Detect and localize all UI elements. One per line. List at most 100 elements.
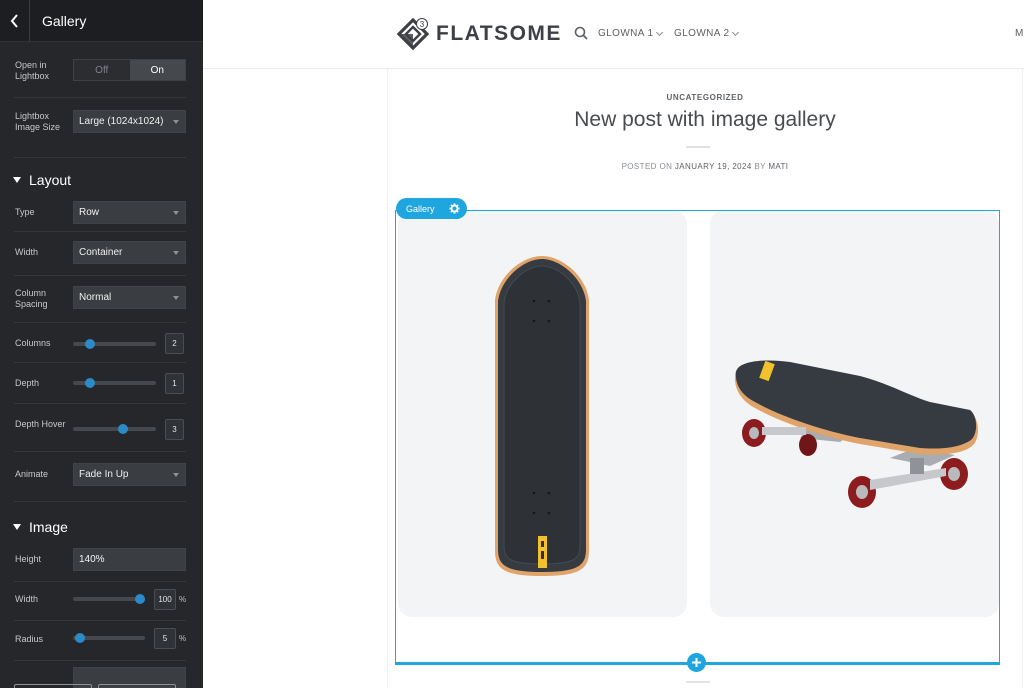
image-width-slider[interactable] [73,594,145,604]
depth-slider[interactable] [73,378,156,388]
post-author[interactable]: MATI [768,162,788,171]
column-spacing-select[interactable]: Normal [73,286,186,309]
nav-item-glowna-2[interactable]: GLOWNA 2 [674,28,740,39]
add-element-button[interactable] [687,653,706,672]
columns-value[interactable]: 2 [165,333,184,354]
search-button[interactable] [574,26,588,45]
radius-slider[interactable] [73,633,145,643]
slider-handle[interactable] [84,339,95,349]
divider [14,620,186,621]
chevron-left-icon [10,14,18,28]
column-spacing-value: Normal [79,292,112,303]
site-header: 3 FLATSOME GLOWNA 1 GLOWNA 2 M [203,0,1024,69]
image-width-unit: % [179,595,187,604]
animate-label: Animate [15,469,49,479]
open-in-lightbox-toggle[interactable]: Off On [73,59,186,81]
divider [14,451,186,452]
radius-unit: % [179,634,187,643]
divider [14,231,186,232]
lightbox-image-size-value: Large (1024x1024) [79,116,164,127]
chevron-down-icon [732,28,740,36]
animate-select[interactable]: Fade In Up [73,463,186,486]
divider [14,157,186,158]
gallery-element-badge[interactable]: Gallery [396,198,467,219]
columns-slider[interactable] [73,339,156,349]
footer-button[interactable] [98,684,176,688]
back-button[interactable] [0,0,30,42]
gallery-selection-outline [395,210,1000,665]
post-title: New post with image gallery [574,108,836,131]
image-section-heading: Image [29,519,68,535]
divider [14,97,186,98]
depth-label: Depth [15,378,40,388]
sidebar-title: Gallery [42,13,87,29]
title-divider [686,146,710,148]
flatsome-logo-icon: 3 [396,17,430,51]
nav-item-cut[interactable]: M [1015,28,1023,39]
slider-handle[interactable] [84,378,95,388]
depth-hover-slider[interactable] [73,424,156,434]
type-value: Row [79,207,100,218]
open-in-lightbox-label: Open in Lightbox [15,60,50,81]
divider [14,581,186,582]
animate-value: Fade In Up [79,469,129,480]
divider [14,660,186,661]
radius-value[interactable]: 5 [154,628,176,649]
divider [14,403,186,404]
depth-value[interactable]: 1 [165,373,184,394]
options-sidebar: Gallery Open in Lightbox Off On Lightbox… [0,0,203,688]
slider-handle[interactable] [117,424,128,434]
sidebar-header: Gallery [0,0,203,42]
depth-hover-value[interactable]: 3 [165,419,184,440]
type-select[interactable]: Row [73,201,186,224]
columns-label: Columns [15,338,51,348]
column-spacing-label: Column Spacing [15,288,48,309]
image-section-toggle[interactable]: Image [13,519,68,535]
divider [14,501,186,502]
gear-icon[interactable] [449,203,460,214]
width-label: Width [15,247,39,257]
meta-prefix: POSTED ON [621,162,673,171]
height-input[interactable]: 140% [73,548,186,571]
page-builder: Gallery Open in Lightbox Off On Lightbox… [0,0,1024,688]
chevron-down-icon [656,28,664,36]
plus-icon [692,658,701,667]
depth-hover-label: Depth Hover [15,419,66,429]
bottom-divider [686,681,710,683]
logo-text: FLATSOME [436,22,562,45]
caret-down-icon [173,211,179,215]
gallery-badge-label: Gallery [406,203,435,214]
slider-handle[interactable] [75,633,86,643]
divider [14,275,186,276]
post-date[interactable]: JANUARY 19, 2024 [675,162,752,171]
divider [14,322,186,323]
nav-item-glowna-1[interactable]: GLOWNA 1 [598,28,664,39]
width-select[interactable]: Container [73,241,186,264]
height-label: Height [15,554,42,564]
post-category[interactable]: UNCATEGORIZED [388,93,1022,102]
radius-label: Radius [15,634,44,644]
nav-item-label: GLOWNA 2 [674,28,730,39]
nav-item-label: GLOWNA 1 [598,28,654,39]
caret-down-icon [173,296,179,300]
image-width-label: Width [15,594,39,604]
lightbox-image-size-label: Lightbox Image Size [15,111,61,132]
caret-down-icon [173,120,179,124]
caret-down-icon [173,473,179,477]
toggle-on-option[interactable]: On [129,60,185,80]
footer-button[interactable] [14,684,92,688]
site-preview: 3 FLATSOME GLOWNA 1 GLOWNA 2 M UNCATEGOR… [203,0,1024,688]
image-width-value[interactable]: 100 [154,589,176,610]
search-icon [574,26,588,40]
slider-handle[interactable] [134,594,145,604]
lightbox-image-size-select[interactable]: Large (1024x1024) [73,110,186,133]
caret-down-icon [173,251,179,255]
layout-section-toggle[interactable]: Layout [13,172,71,188]
meta-by: BY [754,162,766,171]
width-value: Container [79,247,123,258]
toggle-off-option[interactable]: Off [74,60,130,80]
svg-text:3: 3 [420,20,425,29]
layout-section-heading: Layout [29,172,72,188]
site-logo[interactable]: 3 FLATSOME [396,17,562,51]
type-label: Type [15,207,35,217]
